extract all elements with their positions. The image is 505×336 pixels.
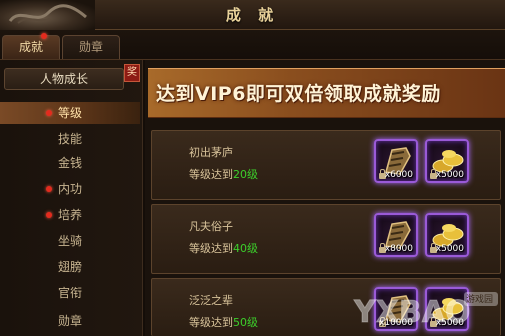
site-watermark: YXBAO 游戏园 <box>352 288 502 334</box>
requirement-text: 等级达到 <box>189 316 233 329</box>
reward-slot[interactable]: x8000 <box>374 213 418 257</box>
sidebar-item-level[interactable]: 等级 <box>0 102 140 124</box>
sidebar-item-label: 坐骑 <box>57 234 82 248</box>
sidebar-item-skill[interactable]: 技能 <box>0 128 140 150</box>
achievement-name: 初出茅庐 <box>189 146 233 159</box>
reward-count: x6000 <box>384 170 413 180</box>
sidebar-item-wings[interactable]: 翅膀 <box>0 256 140 278</box>
sidebar-item-label: 等级 <box>57 106 82 120</box>
notice-dot-icon <box>46 186 52 192</box>
reward-count: x5000 <box>435 170 464 180</box>
requirement-level: 20级 <box>233 168 258 181</box>
sidebar-item-label: 内功 <box>57 182 82 196</box>
tab-achievement[interactable]: 成就 <box>2 33 60 59</box>
requirement-text: 等级达到 <box>189 242 233 255</box>
sidebar-item-label: 技能 <box>57 132 82 146</box>
tab-medal-label: 勋章 <box>78 40 103 54</box>
reward-slot[interactable]: x6000 <box>374 139 418 183</box>
sidebar-item-rank[interactable]: 官衔 <box>0 282 140 304</box>
requirement-level: 40级 <box>233 242 258 255</box>
reward-badge: 奖 <box>124 64 140 82</box>
sidebar-item-label: 培养 <box>57 208 82 222</box>
reward-slot[interactable]: x5000 <box>425 139 469 183</box>
achievement-card: 凡夫俗子 等级达到40级 x8000 x5000 <box>151 204 501 274</box>
vip-banner: 达到VIP6即可双倍领取成就奖励 <box>148 68 505 118</box>
achievement-name: 凡夫俗子 <box>189 220 233 233</box>
requirement-text: 等级达到 <box>189 168 233 181</box>
reward-slot[interactable]: x5000 <box>425 213 469 257</box>
notice-dot-icon <box>46 110 52 116</box>
sidebar-item-medal[interactable]: 勋章 <box>0 310 140 332</box>
sidebar-item-cultivate[interactable]: 培养 <box>0 204 140 226</box>
title-bar: 成 就 <box>0 0 505 30</box>
requirement-level: 50级 <box>233 316 258 329</box>
sidebar-item-label: 勋章 <box>57 314 82 328</box>
achievement-requirement: 等级达到20级 <box>189 166 258 182</box>
tab-medal[interactable]: 勋章 <box>62 35 120 59</box>
tab-bar: 成就 勋章 <box>0 30 505 60</box>
svg-text:YXBAO: YXBAO <box>353 295 470 330</box>
achievement-name: 泛泛之辈 <box>189 294 233 307</box>
sidebar: 人物成长 奖 等级 技能 金钱 内功 培养 坐骑 翅膀 官衔 勋章 <box>0 60 143 336</box>
notice-dot-icon <box>46 212 52 218</box>
sidebar-item-mount[interactable]: 坐骑 <box>0 230 140 252</box>
sidebar-item-money[interactable]: 金钱 <box>0 152 140 174</box>
vip-banner-text: 达到VIP6即可双倍领取成就奖励 <box>156 83 441 105</box>
notice-dot-icon <box>41 33 47 39</box>
sidebar-item-label: 金钱 <box>57 156 82 170</box>
achievement-requirement: 等级达到50级 <box>189 314 258 330</box>
tab-achievement-label: 成就 <box>18 40 43 54</box>
reward-count: x8000 <box>384 244 413 254</box>
sidebar-item-label: 官衔 <box>57 286 82 300</box>
window-title: 成 就 <box>225 6 280 24</box>
achievement-requirement: 等级达到40级 <box>189 240 258 256</box>
sidebar-category-character-growth[interactable]: 人物成长 <box>4 68 124 90</box>
achievement-card: 初出茅庐 等级达到20级 x6000 x5000 <box>151 130 501 200</box>
sidebar-item-inner-power[interactable]: 内功 <box>0 178 140 200</box>
reward-count: x5000 <box>435 244 464 254</box>
sidebar-item-label: 翅膀 <box>57 260 82 274</box>
watermark-brand: 游戏园 <box>466 295 494 305</box>
